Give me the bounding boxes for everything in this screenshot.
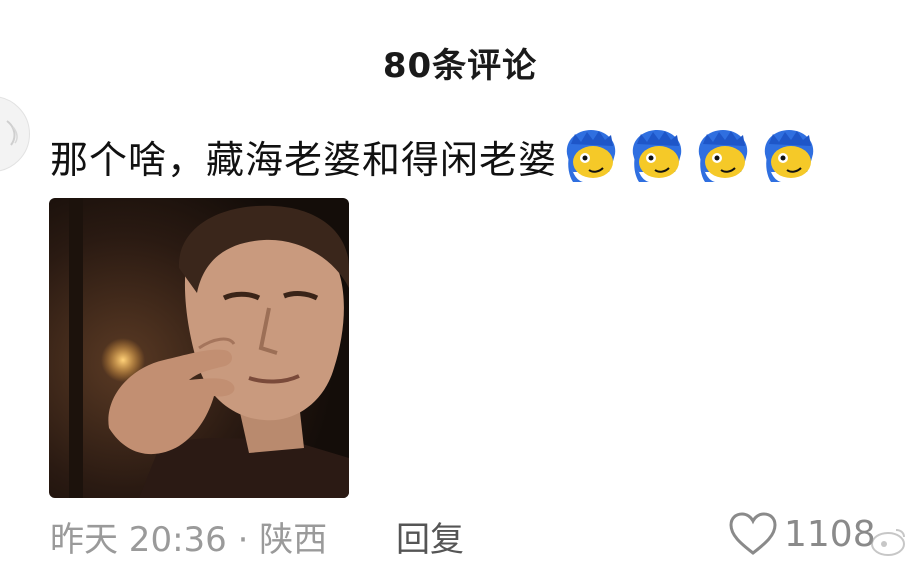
- blue-hair-cartoon-emoji-icon: [566, 130, 616, 182]
- comment-text: 那个啥，藏海老婆和得闲老婆: [50, 137, 558, 182]
- comment-body: 那个啥，藏海老婆和得闲老婆: [50, 124, 825, 188]
- reply-button[interactable]: 回复: [396, 512, 464, 561]
- like-button[interactable]: 1108: [728, 508, 876, 560]
- blue-hair-cartoon-emoji-icon: [698, 130, 748, 182]
- user-avatar[interactable]: [0, 96, 30, 172]
- blue-hair-cartoon-emoji-icon: [764, 130, 814, 182]
- comment-time-location: 昨天 20:36 · 陕西: [50, 520, 328, 560]
- emoji-group: [561, 126, 825, 186]
- reaction-gif-image[interactable]: [49, 198, 349, 498]
- man-pinching-fingers-illustration: [49, 198, 349, 498]
- comments-count-title: 80条评论: [382, 46, 538, 86]
- like-count: 1108: [784, 513, 876, 555]
- watermark-icon: [871, 529, 905, 556]
- blue-hair-cartoon-emoji-icon: [632, 130, 682, 182]
- heart-icon[interactable]: [728, 511, 778, 557]
